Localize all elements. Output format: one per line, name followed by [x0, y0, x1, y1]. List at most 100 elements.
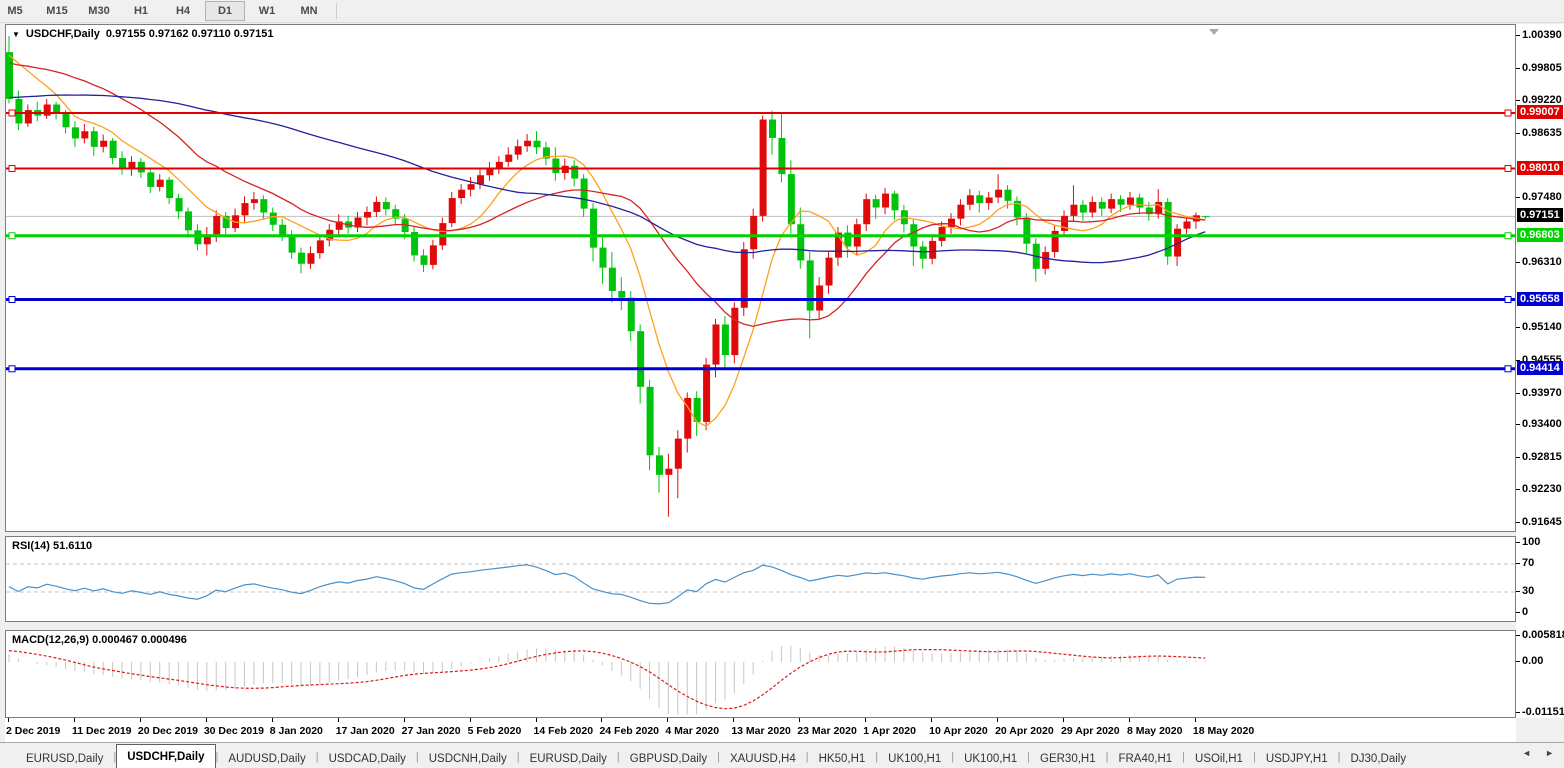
rsi-chart[interactable] — [6, 537, 1515, 621]
chart-tab-hk50-h1[interactable]: HK50,H1 — [809, 748, 876, 768]
macd-panel[interactable]: MACD(12,26,9) 0.000467 0.000496 — [5, 630, 1516, 718]
chart-tab-uk100-h1[interactable]: UK100,H1 — [878, 748, 951, 768]
timeframe-button-h4[interactable]: H4 — [163, 1, 203, 21]
candle-body — [939, 227, 946, 241]
chart-tab-usdcnh-daily[interactable]: USDCNH,Daily — [419, 748, 517, 768]
tab-scroll-arrows: ◄ ► — [1522, 748, 1554, 758]
chart-tab-usdchf-daily[interactable]: USDCHF,Daily — [116, 744, 215, 768]
timeframe-button-mn[interactable]: MN — [289, 1, 329, 21]
candle-body — [505, 155, 512, 162]
chart-tab-ger30-h1[interactable]: GER30,H1 — [1030, 748, 1106, 768]
line-handle[interactable] — [9, 110, 15, 116]
candle-body — [1080, 205, 1087, 213]
line-handle[interactable] — [1505, 110, 1511, 116]
time-tick — [799, 718, 800, 722]
line-handle[interactable] — [1505, 166, 1511, 172]
chart-tab-usoil-h1[interactable]: USOil,H1 — [1185, 748, 1253, 768]
symbol-dropdown-icon[interactable]: ▼ — [12, 30, 20, 39]
chart-tab-usdjpy-h1[interactable]: USDJPY,H1 — [1256, 748, 1338, 768]
chart-symbol-label: USDCHF,Daily — [26, 28, 100, 40]
candle-body — [675, 439, 682, 469]
candle-body — [91, 131, 98, 147]
chart-tab-eurusd-daily[interactable]: EURUSD,Daily — [16, 748, 113, 768]
price-chart-panel[interactable]: ▼ USDCHF,Daily 0.97155 0.97162 0.97110 0… — [5, 24, 1516, 532]
macd-chart[interactable] — [6, 631, 1515, 717]
price-tick-label: 0.93400 — [1522, 418, 1562, 430]
axis-tick — [1516, 68, 1520, 69]
candle-body — [486, 169, 493, 176]
price-axis[interactable]: 1.003900.998050.992200.986350.974800.963… — [1516, 24, 1564, 718]
price-tick-label: 0.92230 — [1522, 483, 1562, 495]
axis-tick — [1516, 635, 1520, 636]
candlestick-chart[interactable] — [6, 25, 1515, 531]
candle-body — [110, 141, 117, 158]
candle-body — [534, 141, 541, 148]
time-tick-label: 10 Apr 2020 — [929, 725, 988, 737]
candle-body — [609, 268, 616, 291]
line-handle[interactable] — [1505, 297, 1511, 303]
line-handle[interactable] — [1505, 366, 1511, 372]
chart-shift-marker-icon[interactable] — [1209, 29, 1219, 35]
chart-tab-fra40-h1[interactable]: FRA40,H1 — [1108, 748, 1182, 768]
candle-body — [1108, 199, 1115, 208]
tab-scroll-right-icon[interactable]: ► — [1545, 748, 1554, 758]
candle-body — [515, 146, 522, 154]
axis-tick — [1516, 133, 1520, 134]
candle-body — [373, 202, 380, 212]
chart-tab-usdcad-daily[interactable]: USDCAD,Daily — [319, 748, 416, 768]
candle-body — [81, 131, 88, 138]
candle-body — [307, 253, 314, 264]
price-tick-label: 0.93970 — [1522, 387, 1562, 399]
candle-body — [364, 212, 371, 218]
candle-body — [298, 253, 305, 264]
time-axis[interactable]: 2 Dec 201911 Dec 201920 Dec 201930 Dec 2… — [5, 718, 1516, 742]
tab-scroll-left-icon[interactable]: ◄ — [1522, 748, 1531, 758]
chart-tab-dj30-daily[interactable]: DJ30,Daily — [1340, 748, 1416, 768]
candle-body — [1118, 199, 1125, 205]
axis-tick — [1516, 262, 1520, 263]
level-price-badge: 0.99007 — [1517, 105, 1563, 119]
candle-body — [891, 194, 898, 211]
mt4-window: M5M15M30H1H4D1W1MN ▼ USDCHF,Daily 0.9715… — [0, 0, 1564, 768]
horizontal-line-0.94414[interactable] — [6, 366, 1515, 372]
timeframe-button-h1[interactable]: H1 — [121, 1, 161, 21]
toolbar-divider — [336, 3, 337, 19]
candle-body — [468, 184, 475, 190]
time-tick-label: 8 Jan 2020 — [270, 725, 323, 737]
time-tick-label: 17 Jan 2020 — [336, 725, 395, 737]
line-handle[interactable] — [9, 366, 15, 372]
chart-tab-uk100-h1[interactable]: UK100,H1 — [954, 748, 1027, 768]
time-tick — [931, 718, 932, 722]
line-handle[interactable] — [9, 233, 15, 239]
line-handle[interactable] — [9, 166, 15, 172]
candle-body — [147, 172, 154, 186]
candle-body — [873, 199, 880, 207]
timeframe-button-m30[interactable]: M30 — [79, 1, 119, 21]
time-tick-label: 2 Dec 2019 — [6, 725, 60, 737]
line-handle[interactable] — [9, 297, 15, 303]
level-price-badge: 0.95658 — [1517, 292, 1563, 306]
chart-tab-xauusd-h4[interactable]: XAUUSD,H4 — [720, 748, 806, 768]
time-tick-label: 14 Feb 2020 — [534, 725, 594, 737]
timeframe-button-m5[interactable]: M5 — [0, 1, 35, 21]
axis-tick — [1516, 100, 1520, 101]
time-tick — [733, 718, 734, 722]
timeframe-button-m15[interactable]: M15 — [37, 1, 77, 21]
candle-body — [477, 175, 484, 184]
candle-body — [185, 211, 192, 230]
axis-tick — [1516, 522, 1520, 523]
chart-tab-eurusd-daily[interactable]: EURUSD,Daily — [520, 748, 617, 768]
axis-tick — [1516, 393, 1520, 394]
chart-tab-gbpusd-daily[interactable]: GBPUSD,Daily — [620, 748, 717, 768]
time-tick-label: 20 Dec 2019 — [138, 725, 198, 737]
horizontal-line-0.96803[interactable] — [6, 233, 1515, 239]
chart-tab-audusd-daily[interactable]: AUDUSD,Daily — [218, 748, 315, 768]
candle-body — [769, 120, 776, 138]
timeframe-button-d1[interactable]: D1 — [205, 1, 245, 21]
axis-tick — [1516, 612, 1520, 613]
timeframe-button-w1[interactable]: W1 — [247, 1, 287, 21]
rsi-panel[interactable]: RSI(14) 51.6110 — [5, 536, 1516, 622]
candle-body — [826, 258, 833, 286]
candle-body — [929, 241, 936, 259]
line-handle[interactable] — [1505, 233, 1511, 239]
